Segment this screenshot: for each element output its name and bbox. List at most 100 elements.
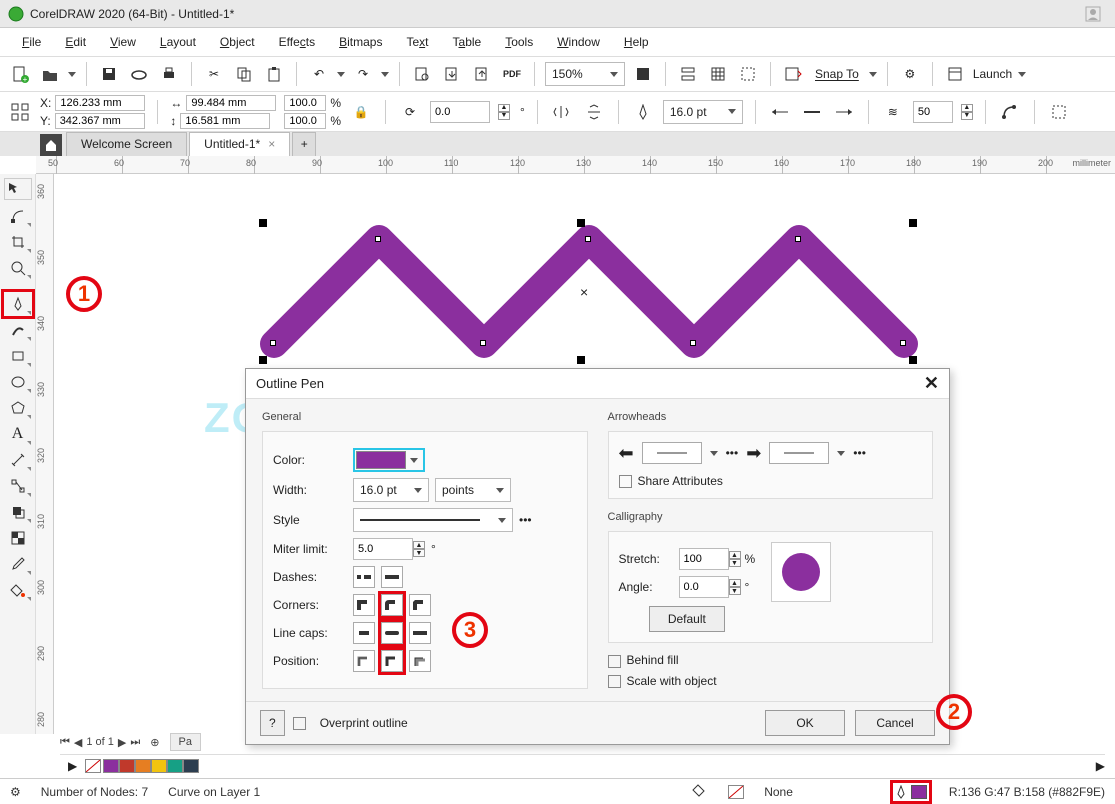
- polygon-tool[interactable]: [4, 396, 32, 420]
- rot-nudge[interactable]: ▲▼: [498, 104, 510, 120]
- field50-nudge[interactable]: ▲▼: [961, 104, 973, 120]
- gear-icon[interactable]: ⚙: [10, 785, 21, 799]
- style-dropdown[interactable]: [353, 508, 513, 532]
- menu-text[interactable]: Text: [396, 31, 438, 53]
- new-button[interactable]: +: [8, 62, 32, 86]
- menu-help[interactable]: Help: [614, 31, 659, 53]
- user-icon[interactable]: [1085, 6, 1101, 22]
- start-arrowhead[interactable]: [642, 442, 702, 464]
- select-all-nodes-button[interactable]: [8, 100, 32, 124]
- menu-effects[interactable]: Effects: [269, 31, 325, 53]
- lock-ratio-button[interactable]: 🔒: [349, 100, 373, 124]
- eyedropper-tool[interactable]: [4, 552, 32, 576]
- height-input[interactable]: [180, 113, 270, 129]
- zigzag-curve[interactable]: [254, 214, 934, 374]
- y-input[interactable]: [55, 113, 145, 129]
- palette-swatch[interactable]: [119, 759, 135, 773]
- angle-input[interactable]: [679, 576, 729, 598]
- tab-document[interactable]: Untitled-1*×: [189, 132, 290, 156]
- color-picker[interactable]: [353, 448, 425, 472]
- redo-button[interactable]: ↷: [351, 62, 375, 86]
- palette-swatch[interactable]: [183, 759, 199, 773]
- shape-tool[interactable]: [4, 204, 32, 228]
- palette-swatch[interactable]: [103, 759, 119, 773]
- redo-dropdown[interactable]: [381, 72, 389, 77]
- show-button[interactable]: [781, 62, 805, 86]
- palette[interactable]: [103, 759, 199, 773]
- copy-button[interactable]: [232, 62, 256, 86]
- undo-button[interactable]: ↶: [307, 62, 331, 86]
- menu-window[interactable]: Window: [547, 31, 610, 53]
- share-checkbox[interactable]: [619, 475, 632, 488]
- tab-welcome[interactable]: Welcome Screen: [66, 132, 187, 156]
- options-button[interactable]: ⚙: [898, 62, 922, 86]
- palette-swatch[interactable]: [135, 759, 151, 773]
- x-input[interactable]: [55, 95, 145, 111]
- close-curve-button[interactable]: [998, 100, 1022, 124]
- scroll-right-icon[interactable]: ▶: [1096, 759, 1105, 773]
- menu-table[interactable]: Table: [443, 31, 492, 53]
- start-arrow-button[interactable]: [768, 100, 792, 124]
- snapto-label[interactable]: Snap To: [815, 67, 859, 81]
- palette-swatch[interactable]: [151, 759, 167, 773]
- wrap-button[interactable]: ≋: [881, 100, 905, 124]
- grid-button[interactable]: [706, 62, 730, 86]
- behind-checkbox[interactable]: [608, 655, 621, 668]
- close-tab-icon[interactable]: ×: [268, 137, 275, 151]
- menu-bitmaps[interactable]: Bitmaps: [329, 31, 392, 53]
- cancel-button[interactable]: Cancel: [855, 710, 935, 736]
- ruler-vertical[interactable]: 360350340330320310300290280: [36, 174, 54, 734]
- snapto-dropdown[interactable]: [869, 72, 877, 77]
- open-button[interactable]: [38, 62, 62, 86]
- pdf-button[interactable]: PDF: [500, 62, 524, 86]
- pick-tool-cursor[interactable]: [4, 178, 32, 200]
- stretch-nudge[interactable]: ▲▼: [729, 551, 741, 567]
- guides-button[interactable]: [736, 62, 760, 86]
- scaley-input[interactable]: [284, 113, 326, 129]
- dashes-options[interactable]: [353, 566, 403, 588]
- cloud-button[interactable]: [127, 62, 151, 86]
- import-button[interactable]: [440, 62, 464, 86]
- parallel-dimension-tool[interactable]: [4, 448, 32, 472]
- text-tool[interactable]: A: [4, 422, 32, 446]
- close-dialog-button[interactable]: ✕: [924, 373, 939, 394]
- menu-edit[interactable]: Edit: [55, 31, 96, 53]
- caps-options[interactable]: [353, 622, 431, 644]
- drop-shadow-tool[interactable]: [4, 500, 32, 524]
- field-50[interactable]: [913, 101, 953, 123]
- export-button[interactable]: [470, 62, 494, 86]
- fill-swatch[interactable]: [728, 785, 744, 799]
- rulers-button[interactable]: [676, 62, 700, 86]
- launch-icon[interactable]: [943, 62, 967, 86]
- overprint-checkbox[interactable]: [293, 717, 306, 730]
- end-arrow-button[interactable]: [832, 100, 856, 124]
- corners-options[interactable]: [353, 594, 431, 616]
- no-color-swatch[interactable]: [85, 759, 101, 773]
- fill-icon[interactable]: [692, 782, 708, 801]
- page-navigator[interactable]: ⏮◀1 of 1▶⏭⊕ Pa: [60, 732, 201, 752]
- help-button[interactable]: ?: [260, 710, 285, 736]
- angle-nudge[interactable]: ▲▼: [729, 579, 741, 595]
- ellipse-tool[interactable]: [4, 370, 32, 394]
- line-style-button[interactable]: [800, 100, 824, 124]
- rectangle-tool[interactable]: [4, 344, 32, 368]
- launch-dropdown[interactable]: [1018, 72, 1026, 77]
- width-input-dialog[interactable]: 16.0 pt: [353, 478, 429, 502]
- new-tab-button[interactable]: +: [292, 132, 316, 156]
- launch-label[interactable]: Launch: [973, 67, 1012, 81]
- transparency-tool[interactable]: [4, 526, 32, 550]
- fill-tool[interactable]: [4, 578, 32, 602]
- open-dropdown[interactable]: [68, 72, 76, 77]
- ruler-horizontal[interactable]: millimeter 50607080901001101201301401501…: [36, 156, 1115, 174]
- ok-button[interactable]: OK: [765, 710, 845, 736]
- menu-view[interactable]: View: [100, 31, 146, 53]
- end-arrow-more[interactable]: •••: [853, 446, 866, 460]
- menu-tools[interactable]: Tools: [495, 31, 543, 53]
- home-tab[interactable]: [40, 134, 62, 156]
- stretch-input[interactable]: [679, 548, 729, 570]
- mirror-v-button[interactable]: [582, 100, 606, 124]
- freehand-tool[interactable]: [4, 292, 32, 316]
- outline-status-area[interactable]: [893, 783, 929, 801]
- cut-button[interactable]: ✂: [202, 62, 226, 86]
- bounding-button[interactable]: [1047, 100, 1071, 124]
